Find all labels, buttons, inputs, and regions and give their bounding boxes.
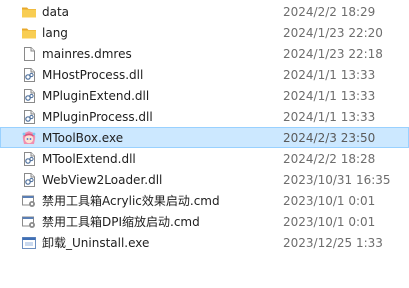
file-date: 2024/1/1 13:33 [283,68,376,82]
file-name: 禁用工具箱DPI缩放启动.cmd [42,215,200,229]
file-list: data 2024/2/2 18:29 lang 2024/1/23 22:20… [0,0,409,288]
file-name: WebView2Loader.dll [42,173,163,187]
file-name: MPluginProcess.dll [42,110,153,124]
file-name: lang [42,26,68,40]
file-date: 2023/12/25 1:33 [283,236,383,250]
file-row-mpluginprocess[interactable]: MPluginProcess.dll 2024/1/1 13:33 [0,106,409,127]
file-date: 2024/1/23 22:18 [283,47,383,61]
file-date: 2024/2/2 18:28 [283,152,376,166]
file-row-mtoolextend[interactable]: MToolExtend.dll 2024/2/2 18:28 [0,148,409,169]
file-name: MToolExtend.dll [42,152,136,166]
file-name: 禁用工具箱Acrylic效果启动.cmd [42,194,220,208]
file-date: 2023/10/1 0:01 [283,215,376,229]
file-date: 2023/10/1 0:01 [283,194,376,208]
file-row-mainres[interactable]: mainres.dmres 2024/1/23 22:18 [0,43,409,64]
folder-icon [21,25,37,41]
file-date: 2023/10/31 16:35 [283,173,391,187]
file-date: 2024/2/3 23:50 [283,131,376,145]
file-name: data [42,5,70,19]
file-date: 2024/2/2 18:29 [283,5,376,19]
file-row-lang[interactable]: lang 2024/1/23 22:20 [0,22,409,43]
file-row-mpluginextend[interactable]: MPluginExtend.dll 2024/1/1 13:33 [0,85,409,106]
file-date: 2024/1/1 13:33 [283,89,376,103]
dll-file-icon [21,151,37,167]
file-row-disable-acrylic-cmd[interactable]: 禁用工具箱Acrylic效果启动.cmd 2023/10/1 0:01 [0,190,409,211]
dll-file-icon [21,109,37,125]
file-name: MToolBox.exe [42,131,124,145]
installer-exe-icon [21,235,37,251]
file-name: MHostProcess.dll [42,68,144,82]
file-row-disable-dpi-cmd[interactable]: 禁用工具箱DPI缩放启动.cmd 2023/10/1 0:01 [0,211,409,232]
file-row-webview2loader[interactable]: WebView2Loader.dll 2023/10/31 16:35 [0,169,409,190]
folder-icon [21,4,37,20]
dll-file-icon [21,172,37,188]
file-row-data[interactable]: data 2024/2/2 18:29 [0,1,409,22]
generic-file-icon [21,46,37,62]
file-row-mtoolbox[interactable]: MToolBox.exe 2024/2/3 23:50 [0,127,409,148]
cmd-script-icon [21,214,37,230]
file-name: 卸载_Uninstall.exe [42,236,150,250]
file-row-uninstall[interactable]: 卸载_Uninstall.exe 2023/12/25 1:33 [0,232,409,253]
app-mascot-icon [21,130,37,146]
file-row-mhostprocess[interactable]: MHostProcess.dll 2024/1/1 13:33 [0,64,409,85]
file-name: mainres.dmres [42,47,132,61]
file-date: 2024/1/1 13:33 [283,110,376,124]
cmd-script-icon [21,193,37,209]
dll-file-icon [21,67,37,83]
dll-file-icon [21,88,37,104]
file-name: MPluginExtend.dll [42,89,150,103]
file-date: 2024/1/23 22:20 [283,26,383,40]
